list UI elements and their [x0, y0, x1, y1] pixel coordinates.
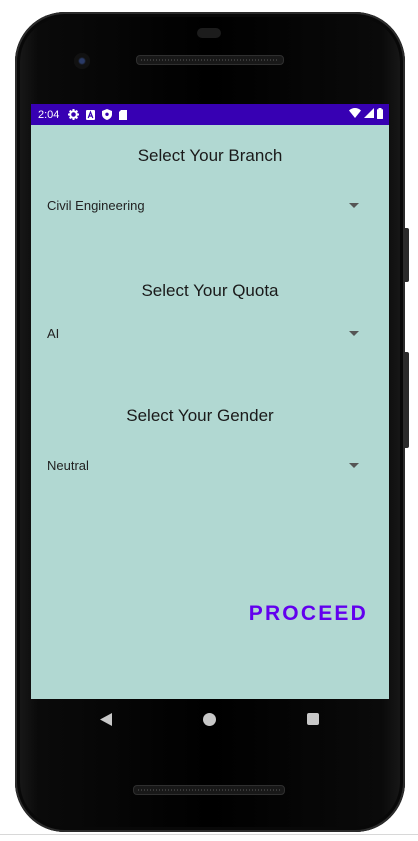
recents-icon[interactable]	[307, 713, 319, 725]
wifi-icon	[349, 108, 361, 121]
dropdown-arrow-icon	[349, 202, 359, 208]
quota-selected-value: AI	[47, 325, 60, 341]
quota-title: Select Your Quota	[141, 281, 279, 300]
bottom-speaker	[133, 785, 285, 795]
dropdown-arrow-icon	[349, 462, 359, 468]
signal-icon	[364, 108, 374, 121]
shield-icon	[102, 109, 113, 120]
status-bar: 2:04	[31, 104, 389, 125]
quota-dropdown[interactable]: AI	[47, 318, 363, 348]
proceed-button[interactable]: PROCEED	[249, 602, 368, 626]
back-icon[interactable]	[100, 713, 112, 731]
gender-dropdown[interactable]: Neutral	[47, 450, 363, 480]
page-divider	[0, 834, 418, 835]
power-button[interactable]	[405, 228, 409, 282]
front-camera	[74, 53, 90, 69]
settings-icon	[68, 109, 80, 120]
a-badge-icon	[86, 109, 96, 120]
dropdown-arrow-icon	[349, 330, 359, 336]
branch-title: Select Your Branch	[137, 146, 283, 165]
top-speaker	[136, 55, 284, 65]
home-icon[interactable]	[203, 713, 216, 726]
app-screen: 2:04 Select Your Branch Civil Engineerin…	[31, 104, 389, 699]
volume-button[interactable]	[405, 352, 409, 448]
gender-selected-value: Neutral	[47, 457, 89, 473]
gender-title: Select Your Gender	[126, 406, 274, 425]
earpiece-notch	[197, 28, 221, 38]
battery-icon	[377, 107, 383, 122]
branch-dropdown[interactable]: Civil Engineering	[47, 190, 363, 220]
branch-selected-value: Civil Engineering	[47, 197, 145, 213]
sd-card-icon	[119, 109, 128, 120]
status-time: 2:04	[38, 108, 60, 121]
